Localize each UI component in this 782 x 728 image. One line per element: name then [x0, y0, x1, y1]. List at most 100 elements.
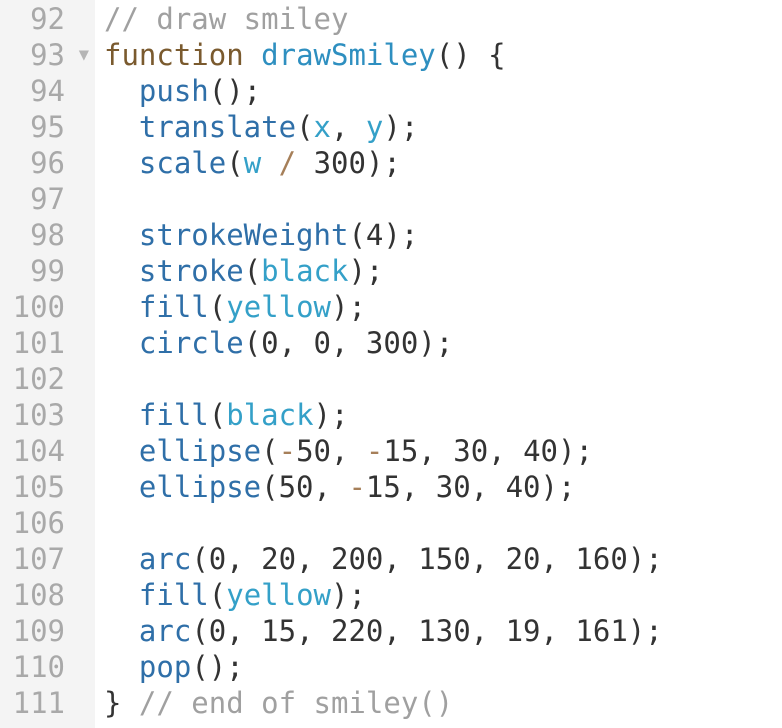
code-token-punct: ( [296, 110, 314, 144]
code-area[interactable]: // draw smiley function drawSmiley() { pu… [95, 0, 782, 728]
code-token-punct: ); [331, 578, 366, 612]
code-line[interactable]: fill(black); [95, 397, 782, 433]
line-number: 93 ▼ [0, 37, 95, 73]
line-number-text: 109 [12, 614, 65, 648]
code-token-call: scale [138, 146, 227, 180]
code-token-call: ellipse [138, 434, 262, 468]
line-number: 97 [0, 181, 95, 217]
code-line[interactable]: function drawSmiley() { [95, 37, 782, 73]
code-line[interactable]: strokeWeight(4); [95, 217, 782, 253]
code-line[interactable]: ellipse(50, -15, 30, 40); [95, 469, 782, 505]
code-lines[interactable]: // draw smiley function drawSmiley() { pu… [95, 1, 782, 721]
line-number: 108 [0, 577, 95, 613]
line-number: 95 [0, 109, 95, 145]
code-line[interactable]: } // end of smiley() [95, 685, 782, 721]
code-token-call: pop [138, 650, 192, 684]
code-token-punct: (); [191, 650, 244, 684]
code-token-var: w [243, 146, 262, 180]
code-token-punct: () { [435, 38, 506, 72]
code-token-punct: 15, 30, 40); [365, 470, 576, 504]
code-line[interactable]: fill(yellow); [95, 289, 782, 325]
code-token-fname: drawSmiley [261, 38, 436, 72]
code-line[interactable]: circle(0, 0, 300); [95, 325, 782, 361]
code-line[interactable]: arc(0, 15, 220, 130, 19, 161); [95, 613, 782, 649]
code-token-punct: (0, 0, 300); [243, 326, 454, 360]
line-number-gutter: 92 93 ▼ 94 95 96 97 98 99 100 101 102 103 104 105 106 10… [0, 0, 95, 728]
code-token-punct: ); [331, 290, 366, 324]
code-token-punct: ( [226, 146, 244, 180]
code-token-punct: ( [261, 434, 279, 468]
code-line[interactable]: pop(); [95, 649, 782, 685]
line-number-text: 108 [12, 578, 65, 612]
code-token-punct: (0, 20, 200, 150, 20, 160); [191, 542, 663, 576]
code-token-punct: 50, [296, 434, 366, 468]
code-line[interactable]: translate(x, y); [95, 109, 782, 145]
line-number-text: 97 [30, 182, 65, 216]
line-number: 99 [0, 253, 95, 289]
code-token-op: - [365, 434, 384, 468]
code-line[interactable]: fill(yellow); [95, 577, 782, 613]
line-number: 92 [0, 1, 95, 37]
code-token-punct [104, 542, 139, 576]
line-number: 100 [0, 289, 95, 325]
line-number-text: 100 [12, 290, 65, 324]
code-token-call: push [138, 74, 209, 108]
line-number-text: 105 [12, 470, 65, 504]
code-token-call: arc [138, 614, 192, 648]
code-line[interactable]: push(); [95, 73, 782, 109]
code-token-punct: ( [208, 398, 227, 432]
line-number-text: 96 [30, 146, 65, 180]
code-token-keyword: function [104, 38, 244, 72]
line-number: 103 [0, 397, 95, 433]
code-token-punct: (); [208, 74, 262, 108]
line-number-text: 95 [30, 110, 65, 144]
code-token-punct [104, 650, 139, 684]
line-number: 104 [0, 433, 95, 469]
code-token-call: circle [138, 326, 244, 360]
code-token-punct [104, 398, 139, 432]
code-token-punct [261, 146, 278, 180]
code-editor[interactable]: 92 93 ▼ 94 95 96 97 98 99 100 101 102 103 104 105 106 10… [0, 0, 782, 728]
code-token-var: y [365, 110, 384, 144]
code-line[interactable]: // draw smiley [95, 1, 782, 37]
line-number: 101 [0, 325, 95, 361]
line-number: 111 [0, 685, 95, 721]
line-number-text: 103 [12, 398, 65, 432]
code-token-call: translate [138, 110, 297, 144]
code-token-call: arc [138, 542, 192, 576]
code-token-call: fill [138, 398, 209, 432]
line-number: 106 [0, 505, 95, 541]
line-numbers: 92 93 ▼ 94 95 96 97 98 99 100 101 102 103 104 105 106 10… [0, 1, 95, 721]
code-token-var: yellow [226, 578, 331, 612]
code-line[interactable] [95, 361, 782, 397]
code-token-punct: ( [243, 254, 262, 288]
line-number: 96 [0, 145, 95, 181]
code-line[interactable]: arc(0, 20, 200, 150, 20, 160); [95, 541, 782, 577]
code-token-punct [104, 218, 139, 252]
code-line[interactable]: scale(w / 300); [95, 145, 782, 181]
line-number: 98 [0, 217, 95, 253]
code-token-call: stroke [138, 254, 244, 288]
code-token-punct [104, 326, 139, 360]
code-token-punct: (0, 15, 220, 130, 19, 161); [191, 614, 663, 648]
code-token-punct: 15, 30, 40); [383, 434, 593, 468]
code-line[interactable]: ellipse(-50, -15, 30, 40); [95, 433, 782, 469]
code-token-punct: ); [313, 398, 349, 432]
code-token-var: yellow [226, 290, 331, 324]
code-token-punct [104, 146, 139, 180]
line-number-text: 107 [12, 542, 65, 576]
fold-arrow-icon[interactable]: ▼ [79, 37, 89, 73]
line-number-text: 106 [12, 506, 65, 540]
code-token-comment: // draw smiley [104, 2, 349, 36]
code-line[interactable]: stroke(black); [95, 253, 782, 289]
code-token-punct: ( [208, 578, 227, 612]
code-token-var: black [261, 254, 349, 288]
code-token-var: x [313, 110, 331, 144]
code-token-op: / [278, 146, 297, 180]
code-token-comment: // end of smiley() [138, 686, 454, 720]
line-number: 102 [0, 361, 95, 397]
code-line[interactable] [95, 181, 782, 217]
code-token-call: fill [138, 578, 209, 612]
code-token-var: black [226, 398, 314, 432]
code-line[interactable] [95, 505, 782, 541]
